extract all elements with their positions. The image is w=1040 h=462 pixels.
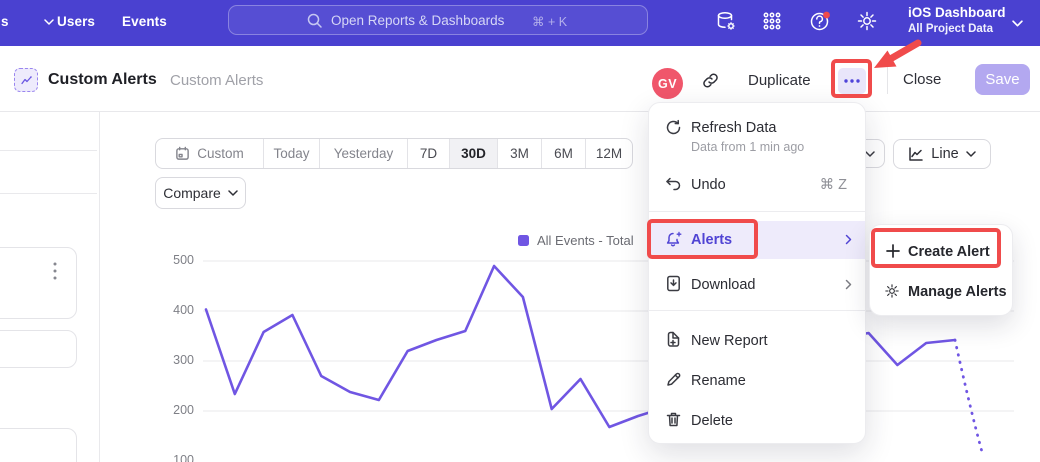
legend-item[interactable]: All Events - Total: [518, 233, 634, 248]
close-button[interactable]: Close: [903, 71, 941, 88]
chevron-right-icon: [845, 234, 853, 245]
ellipsis-icon: [844, 79, 860, 83]
rename-pencil-icon: [665, 371, 682, 388]
menu-item-delete[interactable]: Delete: [691, 413, 733, 429]
undo-shortcut: ⌘ Z: [820, 177, 847, 193]
save-button[interactable]: Save: [975, 64, 1030, 95]
range-custom[interactable]: Custom: [156, 139, 264, 168]
more-options-menu: Refresh Data Data from 1 min ago Undo ⌘ …: [648, 102, 866, 444]
copy-link-icon[interactable]: [701, 71, 720, 90]
chevron-down-icon: [228, 190, 238, 197]
nav-item-users[interactable]: Users: [57, 14, 95, 29]
menu-item-rename[interactable]: Rename: [691, 373, 746, 389]
submenu-item-create-alert[interactable]: Create Alert: [908, 244, 990, 260]
y-axis-tick-label: 100: [164, 453, 194, 462]
chevron-right-icon: [845, 279, 853, 290]
left-panel-divider: [0, 150, 97, 151]
app-window: All Events - Total Custom Today Yesterda…: [0, 0, 1040, 462]
submenu-item-manage-alerts[interactable]: Manage Alerts: [908, 284, 1007, 300]
legend-swatch: [518, 235, 529, 246]
chevron-down-icon: [865, 151, 875, 158]
new-report-icon: [665, 331, 682, 348]
breadcrumb: Custom Alerts: [170, 72, 263, 89]
menu-divider: [649, 211, 865, 212]
range-7d[interactable]: 7D: [408, 139, 450, 168]
report-header: Custom Alerts Custom Alerts GV Duplicate…: [0, 46, 1040, 112]
kebab-menu-icon[interactable]: [52, 261, 58, 281]
calendar-icon: [175, 146, 190, 161]
line-chart-icon: [908, 146, 924, 162]
chart-line-projection: [955, 340, 982, 452]
y-axis-tick-label: 400: [164, 303, 194, 317]
left-panel-card: [0, 330, 77, 368]
range-yesterday[interactable]: Yesterday: [320, 139, 408, 168]
header-divider: [887, 66, 888, 94]
chevron-down-icon: [966, 151, 976, 158]
left-panel-card: [0, 247, 77, 319]
help-icon[interactable]: [809, 10, 831, 32]
range-today[interactable]: Today: [264, 139, 320, 168]
alerts-bell-icon: [665, 231, 682, 248]
left-panel-divider: [0, 193, 97, 194]
search-placeholder: Open Reports & Dashboards: [331, 13, 504, 28]
search-input[interactable]: Open Reports & Dashboards ⌘ + K: [228, 5, 648, 35]
menu-item-new-report[interactable]: New Report: [691, 333, 768, 349]
data-management-icon[interactable]: [715, 10, 737, 32]
y-axis-tick-label: 200: [164, 403, 194, 417]
project-title[interactable]: iOS Dashboard: [908, 5, 1006, 20]
project-subtitle: All Project Data: [908, 23, 993, 35]
chevron-down-icon[interactable]: [44, 19, 54, 26]
delete-trash-icon: [665, 411, 682, 428]
report-icon: [14, 68, 38, 92]
range-3m[interactable]: 3M: [498, 139, 542, 168]
apps-grid-icon[interactable]: [761, 10, 783, 32]
search-shortcut: ⌘ + K: [532, 14, 567, 29]
undo-icon: [665, 175, 682, 192]
top-navbar: s Users Events Open Reports & Dashboards…: [0, 0, 1040, 46]
menu-item-download[interactable]: Download: [691, 277, 756, 293]
refresh-icon: [665, 119, 682, 136]
left-panel-card: [0, 428, 77, 462]
range-label: Custom: [197, 146, 244, 161]
legend-label: All Events - Total: [537, 233, 634, 248]
notification-dot: [823, 12, 830, 19]
search-icon: [306, 12, 323, 29]
avatar[interactable]: GV: [652, 68, 683, 99]
alerts-submenu: Create Alert Manage Alerts: [869, 224, 1013, 316]
refresh-subtitle: Data from 1 min ago: [691, 140, 804, 154]
nav-item-events[interactable]: Events: [122, 14, 167, 29]
menu-item-alerts[interactable]: Alerts: [649, 221, 865, 259]
range-12m[interactable]: 12M: [586, 139, 632, 168]
download-icon: [665, 275, 682, 292]
range-30d-selected[interactable]: 30D: [450, 139, 498, 168]
page-title: Custom Alerts: [48, 71, 157, 89]
y-axis-tick-label: 500: [164, 253, 194, 267]
duplicate-button[interactable]: Duplicate: [748, 72, 811, 89]
nav-item-truncated[interactable]: s: [1, 14, 9, 29]
chevron-down-icon[interactable]: [1012, 20, 1023, 28]
left-panel-border: [99, 112, 100, 462]
menu-item-refresh[interactable]: Refresh Data: [691, 120, 776, 136]
chart-type-button[interactable]: Line: [893, 139, 991, 169]
range-6m[interactable]: 6M: [542, 139, 586, 168]
compare-button[interactable]: Compare: [155, 177, 246, 209]
more-options-button[interactable]: [838, 68, 866, 94]
menu-divider: [649, 310, 865, 311]
date-range-picker: Custom Today Yesterday 7D 30D 3M 6M 12M: [155, 138, 633, 169]
plus-icon: [886, 244, 900, 258]
gear-icon: [884, 283, 900, 299]
settings-gear-icon[interactable]: [856, 10, 878, 32]
y-axis-tick-label: 300: [164, 353, 194, 367]
menu-item-undo[interactable]: Undo: [691, 177, 726, 193]
